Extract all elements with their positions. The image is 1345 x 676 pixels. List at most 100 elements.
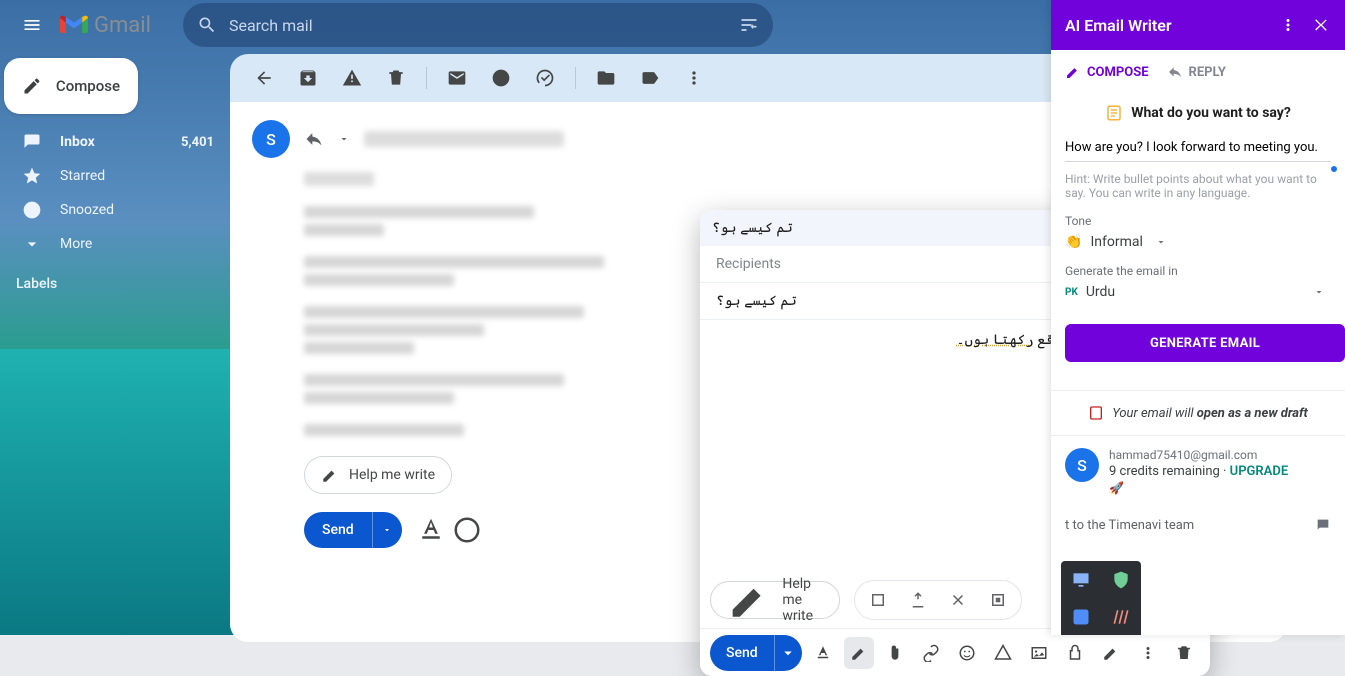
- tray-app-icon: [1071, 607, 1091, 627]
- lang-value: Urdu: [1086, 284, 1115, 300]
- inbox-count: 5,401: [181, 135, 214, 150]
- note-icon: [1105, 104, 1123, 122]
- panel-question: What do you want to say?: [1131, 105, 1291, 121]
- tray-monitor-icon: [1071, 570, 1091, 590]
- starred-label: Starred: [60, 168, 105, 184]
- magic-pen-icon: [727, 577, 772, 622]
- panel-menu-icon[interactable]: [1279, 16, 1297, 34]
- pencil-icon: [22, 75, 42, 97]
- sidebar-item-inbox[interactable]: Inbox 5,401: [0, 126, 230, 158]
- reply-caret-icon[interactable]: [338, 129, 350, 149]
- inbox-icon: [22, 132, 42, 152]
- send-label: Send: [304, 522, 372, 538]
- lang-label: Generate the email in: [1051, 250, 1345, 282]
- send-button[interactable]: Send: [304, 512, 402, 548]
- chevron-down-icon: [22, 234, 42, 254]
- emoji-button[interactable]: [452, 515, 482, 545]
- reply-tab-icon: [1167, 64, 1183, 80]
- attach-button[interactable]: [880, 637, 910, 669]
- emoji-insert-button[interactable]: [952, 637, 982, 669]
- tray-stripe-icon: [1111, 607, 1131, 627]
- clock-icon: [22, 200, 42, 220]
- labels-button[interactable]: [630, 60, 670, 96]
- sender-avatar: S: [252, 120, 290, 158]
- more-label: More: [60, 236, 92, 252]
- language-select[interactable]: PK Urdu: [1065, 284, 1331, 300]
- compose-help-write-button[interactable]: Help me write: [710, 581, 840, 619]
- open-prefix: Your email will: [1112, 406, 1197, 421]
- add-task-button[interactable]: [525, 60, 565, 96]
- search-bar[interactable]: [183, 3, 773, 47]
- lang-flag: PK: [1065, 287, 1078, 298]
- suggest-4-icon[interactable]: [981, 583, 1015, 617]
- reply-icon[interactable]: [304, 129, 324, 149]
- panel-account-avatar: S: [1065, 448, 1099, 482]
- suggest-1-icon[interactable]: [861, 583, 895, 617]
- credits-text: 9 credits remaining ·: [1109, 464, 1230, 479]
- compose-send-caret[interactable]: [774, 635, 802, 671]
- move-button[interactable]: [586, 60, 626, 96]
- chevron-down-icon: [1155, 236, 1167, 248]
- compose-send-button[interactable]: Send: [710, 635, 802, 671]
- upgrade-link[interactable]: UPGRADE: [1230, 464, 1288, 479]
- tab-reply-label: REPLY: [1189, 65, 1226, 80]
- compose-button[interactable]: Compose: [4, 58, 138, 114]
- labels-header: Labels: [0, 262, 230, 292]
- magic-pen-icon: [321, 466, 339, 484]
- star-icon: [22, 166, 42, 186]
- chat-icon[interactable]: [1315, 517, 1331, 533]
- generate-email-button[interactable]: GENERATE EMAIL: [1065, 324, 1345, 362]
- more-button[interactable]: [674, 60, 714, 96]
- archive-button[interactable]: [288, 60, 328, 96]
- sender-redacted: [364, 131, 564, 147]
- sidebar-item-more[interactable]: More: [0, 228, 230, 260]
- gmail-logo: Gmail: [60, 13, 151, 38]
- spam-button[interactable]: [332, 60, 372, 96]
- mark-unread-button[interactable]: [437, 60, 477, 96]
- open-bold: open as a new draft: [1197, 406, 1308, 421]
- back-button[interactable]: [244, 60, 284, 96]
- delete-button[interactable]: [376, 60, 416, 96]
- draft-icon: [1088, 405, 1104, 421]
- tone-value: Informal: [1090, 234, 1142, 250]
- compose-subject-title: تم کیسے ہو؟: [712, 220, 793, 236]
- discard-button[interactable]: [1168, 637, 1200, 669]
- tab-reply[interactable]: REPLY: [1167, 64, 1226, 80]
- suggest-3-icon[interactable]: [941, 583, 975, 617]
- tone-emoji-icon: 👏: [1065, 234, 1082, 250]
- ai-email-writer-panel: AI Email Writer COMPOSE REPLY What do yo…: [1051, 0, 1345, 635]
- suggest-2-icon[interactable]: [901, 583, 935, 617]
- help-me-write-label: Help me write: [349, 467, 435, 483]
- search-options-icon[interactable]: [739, 15, 759, 35]
- tone-select[interactable]: 👏 Informal: [1065, 234, 1331, 250]
- send-options-caret[interactable]: [372, 512, 402, 548]
- tab-compose[interactable]: COMPOSE: [1065, 64, 1149, 80]
- compose-more-button[interactable]: [1132, 637, 1164, 669]
- sign-button[interactable]: [1096, 637, 1126, 669]
- drive-button[interactable]: [988, 637, 1018, 669]
- text-color-button[interactable]: [808, 637, 838, 669]
- confidential-button[interactable]: [1060, 637, 1090, 669]
- compose-tab-icon: [1065, 64, 1081, 80]
- text-format-button[interactable]: [416, 515, 446, 545]
- main-menu-button[interactable]: [12, 5, 52, 45]
- search-icon: [197, 15, 217, 35]
- inbox-label: Inbox: [60, 134, 95, 150]
- sidebar-item-snoozed[interactable]: Snoozed: [0, 194, 230, 226]
- tray-shield-icon: [1111, 570, 1131, 590]
- panel-close-icon[interactable]: [1313, 16, 1331, 34]
- search-input[interactable]: [217, 16, 739, 35]
- panel-hint: Hint: Write bullet points about what you…: [1051, 168, 1345, 200]
- system-tray-overlay: [1061, 561, 1141, 635]
- panel-prompt-input[interactable]: [1065, 136, 1331, 162]
- chevron-down-icon: [1313, 286, 1325, 298]
- timenavi-text: t to the Timenavi team: [1065, 518, 1194, 533]
- help-me-write-button[interactable]: Help me write: [304, 456, 452, 494]
- link-button[interactable]: [916, 637, 946, 669]
- compose-send-label: Send: [710, 645, 774, 661]
- image-button[interactable]: [1024, 637, 1054, 669]
- snooze-button[interactable]: [481, 60, 521, 96]
- highlight-button[interactable]: [844, 637, 874, 669]
- tone-label: Tone: [1051, 200, 1345, 232]
- sidebar-item-starred[interactable]: Starred: [0, 160, 230, 192]
